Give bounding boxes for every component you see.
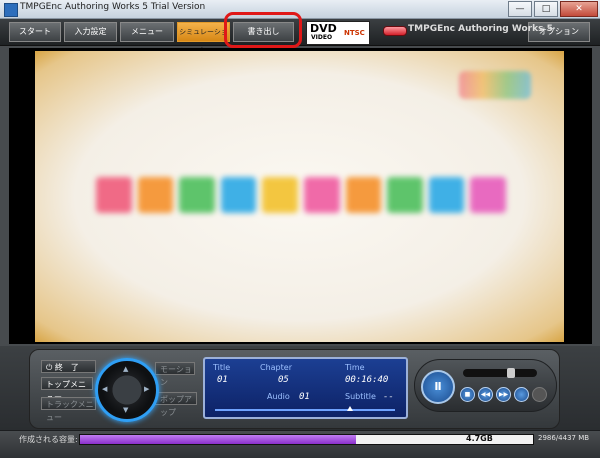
chapter-value: 05: [278, 375, 289, 385]
left-arrow-icon[interactable]: ◀: [102, 385, 107, 393]
subtitle-value: --: [383, 392, 394, 402]
time-value: 00:16:40: [345, 375, 389, 385]
close-button[interactable]: ✕: [560, 1, 598, 17]
title-label: Title: [213, 363, 231, 372]
rewind-button[interactable]: ◀◀: [478, 387, 493, 402]
output-highlight-annotation: [224, 12, 302, 48]
capacity-fill: [80, 435, 357, 444]
popup-button[interactable]: ポップアップ: [155, 392, 197, 417]
menu-tile[interactable]: [303, 177, 340, 213]
menu-tile[interactable]: [387, 177, 423, 213]
menu-tile[interactable]: [137, 177, 174, 213]
start-button[interactable]: スタート: [9, 22, 61, 42]
title-value: 01: [217, 375, 228, 385]
preview-area: [9, 48, 592, 344]
video-label: VIDEO: [311, 34, 333, 41]
up-arrow-icon[interactable]: ▲: [123, 365, 128, 373]
menu-tile[interactable]: [470, 177, 506, 213]
navigation-dpad[interactable]: ▲ ▼ ◀ ▶: [95, 358, 159, 422]
simulation-button[interactable]: シミュレーション: [177, 22, 230, 54]
motion-button[interactable]: モーション: [155, 362, 195, 387]
brand-name: TMPGEnc Authoring Works 5: [408, 24, 553, 34]
minimize-button[interactable]: —: [508, 1, 532, 17]
menu-preview-canvas[interactable]: [35, 51, 564, 342]
stop-button[interactable]: ■: [460, 387, 475, 402]
down-arrow-icon[interactable]: ▼: [123, 406, 128, 414]
repeat-button[interactable]: [532, 387, 547, 402]
capacity-total: 2986/4437 MB: [538, 434, 590, 442]
chapter-label: Chapter: [260, 363, 292, 372]
volume-slider[interactable]: [463, 368, 537, 378]
window-controls: — □ ✕: [508, 1, 598, 17]
power-icon: ⏻: [46, 363, 53, 372]
fast-forward-button[interactable]: ▶▶: [496, 387, 511, 402]
right-arrow-icon[interactable]: ▶: [144, 385, 149, 393]
menu-tile[interactable]: [179, 177, 215, 213]
end-button[interactable]: ⏻ 終 了: [41, 360, 96, 373]
playback-progress-track[interactable]: [215, 409, 395, 411]
end-label: 終 了: [54, 363, 79, 372]
menu-tile[interactable]: [345, 177, 382, 213]
dvd-video-badge: DVD VIDEO NTSC: [306, 21, 370, 45]
volume-knob[interactable]: [507, 368, 515, 378]
menu-button[interactable]: メニュー: [120, 22, 174, 42]
capacity-marker: 4.7GB: [466, 434, 493, 443]
ntsc-label: NTSC: [344, 29, 365, 37]
window-title: TMPGEnc Authoring Works 5 Trial Version: [20, 2, 206, 12]
audio-value: 01: [299, 392, 310, 402]
step-button[interactable]: [514, 387, 529, 402]
maximize-button[interactable]: □: [534, 1, 558, 17]
menu-tile[interactable]: [428, 177, 465, 213]
top-menu-button[interactable]: トップメニュー: [41, 377, 93, 402]
track-menu-button[interactable]: トラックメニュー: [41, 397, 96, 422]
capacity-label: 作成される容量:: [19, 435, 78, 444]
menu-tile[interactable]: [96, 177, 132, 213]
app-icon: [4, 3, 18, 17]
brand-indicator-icon: [383, 26, 407, 36]
menu-button-band: [96, 177, 506, 213]
playback-info-display: Title 01 Chapter 05 Time 00:16:40 Audio …: [203, 357, 408, 419]
audio-label: Audio: [267, 392, 290, 401]
subtitle-label: Subtitle: [345, 392, 376, 401]
playback-progress-thumb[interactable]: [347, 406, 353, 411]
app-window: TMPGEnc Authoring Works 5 Trial Version …: [0, 0, 600, 458]
menu-tile[interactable]: [262, 177, 298, 213]
menu-corner-graphic: [459, 71, 531, 99]
play-pause-button[interactable]: Ⅱ: [421, 370, 455, 404]
input-settings-button[interactable]: 入力設定: [64, 22, 117, 42]
menu-tile[interactable]: [220, 177, 257, 213]
time-label: Time: [345, 363, 365, 372]
